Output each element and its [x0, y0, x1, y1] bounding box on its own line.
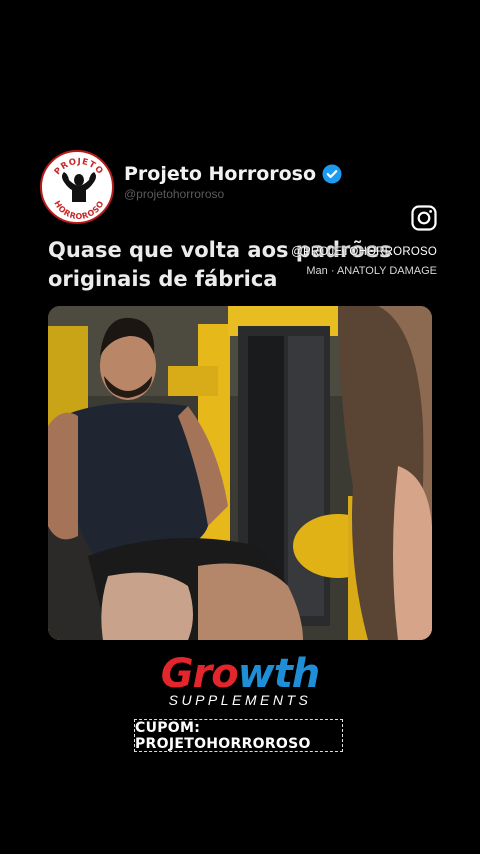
account-handle: @projetohorroroso	[124, 187, 225, 201]
avatar[interactable]: PROJETO HORROROSO	[40, 150, 114, 224]
overlay-username[interactable]: @PROJETOHORROROSO	[291, 246, 437, 258]
video-frame[interactable]	[48, 306, 432, 640]
overlay-audio[interactable]: Man · ANATOLY DAMAGE	[306, 265, 437, 277]
growth-supplements-ad[interactable]: Growth SUPPLEMENTS	[0, 652, 480, 708]
account-name[interactable]: Projeto Horroroso	[124, 163, 316, 185]
avatar-logo: PROJETO HORROROSO	[52, 157, 105, 221]
brand-subtitle: SUPPLEMENTS	[168, 692, 312, 708]
brand-main-red: Gro	[160, 651, 239, 697]
brand-main-blue: wth	[237, 651, 321, 697]
gym-scene-image	[48, 306, 432, 640]
post-header: PROJETO HORROROSO Projeto Horroroso @pro…	[40, 150, 342, 224]
growth-logo: Growth	[0, 652, 480, 696]
avatar-text-bottom: HORROROSO	[52, 199, 105, 221]
instagram-icon[interactable]	[411, 205, 437, 231]
coupon-code[interactable]: CUPOM: PROJETOHORROROSO	[134, 719, 343, 752]
verified-badge-icon	[322, 164, 342, 184]
bodybuilder-silhouette	[62, 172, 96, 202]
svg-text:HORROROSO: HORROROSO	[52, 199, 105, 221]
